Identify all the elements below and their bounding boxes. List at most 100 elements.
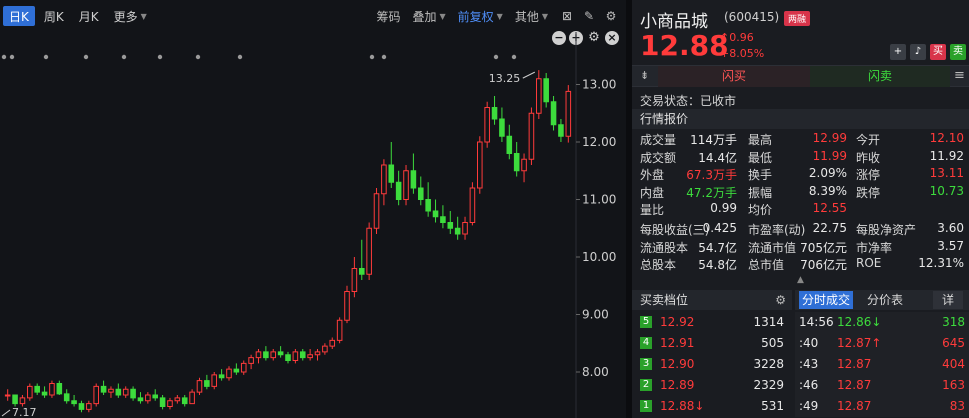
tick-volume: 404 — [942, 357, 965, 371]
detail-button[interactable]: 详 — [933, 291, 963, 309]
quote-value: 12.31% — [918, 256, 964, 271]
candle-body — [432, 210, 439, 218]
collapse-arrow-icon[interactable]: ▲ — [797, 275, 804, 285]
candle-body — [145, 394, 151, 402]
candle-body — [543, 78, 549, 103]
collapse-icon[interactable]: ⇟ — [640, 69, 649, 82]
quote-label: ROE — [856, 256, 882, 271]
quote-label: 流通股本 — [640, 240, 689, 255]
price-change-value: 0.96 — [729, 31, 754, 44]
event-marker — [511, 54, 517, 60]
orderbook-row[interactable]: 4 12.91 505 — [632, 333, 790, 354]
candle-body — [34, 385, 40, 393]
chevron-down-icon: ▼ — [541, 11, 548, 21]
price-change: ↑0.96 — [720, 31, 754, 44]
event-marker — [1, 54, 7, 60]
level-volume: 2329 — [753, 378, 784, 392]
quote-value: 12.99 — [812, 131, 847, 145]
quote-row: 总股本 54.8亿 总市值 706亿元 ROE 12.31% — [632, 256, 969, 274]
adjust-forward-button[interactable]: 前复权 ▼ — [458, 8, 503, 25]
y-tick-label: 8.00 — [582, 365, 609, 379]
candle-body — [499, 118, 505, 137]
level-index: 4 — [640, 337, 652, 349]
chip-distribution-button[interactable]: 筹码 — [376, 8, 400, 25]
quote-label: 成交额 — [640, 150, 677, 165]
kline-chart-pane[interactable]: 日K 周K 月K 更多 ▼ 筹码 叠加 ▼ 前复权 ▼ 其他 ▼ ⊠ ✎ ⚙ − + ⚙… — [0, 0, 626, 418]
tick-row: 14:56 12.86↓ 318 — [795, 312, 969, 333]
candle-body — [71, 400, 77, 405]
tick-price: 12.87 — [837, 357, 872, 371]
add-watchlist-button[interactable]: + — [890, 44, 906, 60]
quote-row: 流通股本 54.7亿 流通市值 705亿元 市净率 3.57 — [632, 239, 969, 257]
sell-button[interactable]: 卖 — [950, 44, 966, 60]
quote-value: 8.39% — [808, 183, 847, 198]
candle-body — [56, 383, 63, 395]
candle-body — [550, 101, 557, 126]
quote-label: 最低 — [748, 150, 773, 165]
period-week-k[interactable]: 周K — [38, 6, 70, 26]
candle-body — [63, 393, 70, 402]
buy-button[interactable]: 买 — [930, 44, 946, 60]
other-button[interactable]: 其他 ▼ — [515, 8, 548, 25]
flash-buy-button[interactable]: 闪买 — [658, 66, 810, 87]
tab-time-trades[interactable]: 分时成交 — [799, 291, 854, 309]
candle-body — [204, 380, 210, 387]
candle-body — [536, 78, 542, 114]
gear-icon[interactable]: ⚙ — [775, 290, 786, 310]
candle-body — [366, 227, 372, 275]
quote-label: 最高 — [748, 133, 773, 147]
tick-time: 14:56 — [799, 315, 834, 329]
event-marker — [121, 54, 127, 60]
overlay-button[interactable]: 叠加 ▼ — [412, 8, 445, 25]
menu-icon[interactable]: ≡ — [954, 68, 965, 83]
candle-body — [255, 351, 262, 359]
candle-body — [159, 397, 166, 407]
orderbook-row[interactable]: 3 12.90 3228 — [632, 354, 790, 375]
flash-sell-button[interactable]: 闪卖 — [810, 66, 950, 87]
level-price: 12.88↓ — [660, 399, 705, 413]
tab-price-table[interactable]: 分价表 — [867, 291, 903, 309]
event-marker — [195, 54, 201, 60]
candle-body — [270, 351, 277, 359]
candle-body — [115, 388, 122, 396]
draw-pen-icon[interactable]: ✎ — [582, 9, 596, 23]
quote-row: 成交额 14.4亿 最低 11.99 昨收 11.92 — [632, 149, 969, 167]
candle-body — [263, 351, 269, 359]
period-month-k[interactable]: 月K — [73, 6, 105, 26]
candle-body — [491, 107, 498, 120]
alert-bell-icon[interactable]: ♪ — [910, 44, 926, 60]
candle-body — [189, 391, 195, 405]
candle-body — [373, 193, 380, 229]
y-tick-label: 12.00 — [582, 135, 616, 149]
period-more-label: 更多 — [113, 9, 138, 24]
orderbook-row[interactable]: 1 12.88↓ 531 — [632, 396, 790, 417]
close-square-icon[interactable]: ⊠ — [560, 9, 574, 23]
quote-value: 22.75 — [812, 221, 847, 235]
tick-volume: 83 — [949, 399, 965, 413]
min-price-label: 7.17 — [12, 406, 37, 418]
candle-body — [410, 170, 417, 189]
orderbook-row[interactable]: 5 12.92 1314 — [632, 312, 790, 333]
period-more[interactable]: 更多 ▼ — [108, 6, 153, 26]
tick-time: :49 — [799, 399, 819, 413]
candle-body — [218, 374, 225, 379]
chart-toolbar-right: 筹码 叠加 ▼ 前复权 ▼ 其他 ▼ ⊠ ✎ ⚙ — [376, 0, 626, 32]
tick-trades: 分时成交 分价表 详 14:56 12.86↓ 318:40 12.87↑ 645:43… — [795, 290, 969, 418]
candle-body — [388, 164, 395, 183]
quote-label: 涨停 — [856, 168, 881, 183]
quote-label: 跌停 — [856, 185, 881, 200]
chevron-down-icon: ▼ — [439, 11, 446, 21]
candle-body — [12, 394, 18, 405]
tick-row: :43 12.87 404 — [795, 354, 969, 375]
candle-body — [226, 368, 232, 379]
level-volume: 3228 — [753, 357, 784, 371]
period-day-k[interactable]: 日K — [3, 6, 35, 26]
candle-body — [358, 268, 365, 275]
flash-trade-bar: ⇟ 闪买 闪卖 ≡ — [632, 65, 969, 87]
quote-row: 外盘 67.3万手 换手 2.09% 涨停 13.11 — [632, 166, 969, 184]
orderbook-row[interactable]: 2 12.89 2329 — [632, 375, 790, 396]
quote-value: 706亿元 — [800, 258, 847, 273]
settings-icon[interactable]: ⚙ — [604, 9, 618, 23]
quote-label: 振幅 — [748, 185, 773, 200]
quote-label: 市盈率(动) — [748, 223, 806, 237]
